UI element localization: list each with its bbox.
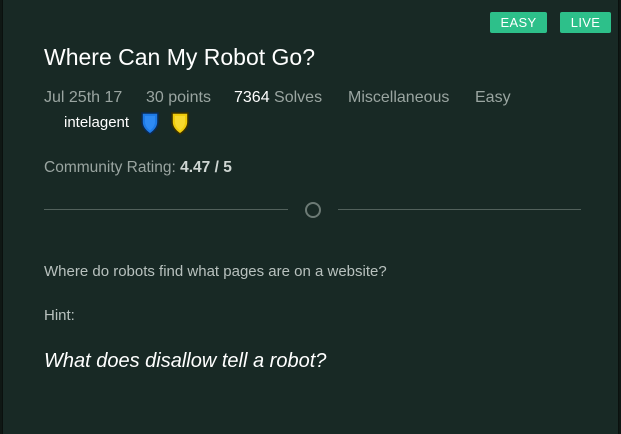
challenge-description: Where do robots find what pages are on a… xyxy=(44,263,387,280)
author-link[interactable]: intelagent xyxy=(64,114,129,131)
solves-label: Solves xyxy=(274,89,323,106)
live-status-badge: LIVE xyxy=(560,12,611,33)
difficulty-label: Easy xyxy=(475,89,511,106)
divider-circle-icon xyxy=(305,202,321,218)
gold-shield-icon xyxy=(171,112,189,135)
rating-value: 4.47 / 5 xyxy=(180,159,232,176)
hint-label: Hint: xyxy=(44,307,75,324)
solves-count: 7364 Solves xyxy=(234,89,322,107)
category-label: Miscellaneous xyxy=(348,89,450,106)
divider-line-left xyxy=(44,209,288,210)
hint-text: What does disallow tell a robot? xyxy=(44,350,327,372)
solves-number: 7364 xyxy=(234,89,270,106)
community-rating: Community Rating: 4.47 / 5 xyxy=(44,159,232,177)
rating-label: Community Rating: xyxy=(44,159,176,176)
release-date: Jul 25th 17 xyxy=(44,89,123,106)
divider-line-right xyxy=(338,209,581,210)
difficulty-badge: EASY xyxy=(490,12,547,33)
blue-shield-icon xyxy=(141,112,159,135)
challenge-title: Where Can My Robot Go? xyxy=(44,44,316,70)
points-value: 30 points xyxy=(146,89,211,106)
challenge-card: EASY LIVE Where Can My Robot Go? Jul 25t… xyxy=(2,0,619,434)
